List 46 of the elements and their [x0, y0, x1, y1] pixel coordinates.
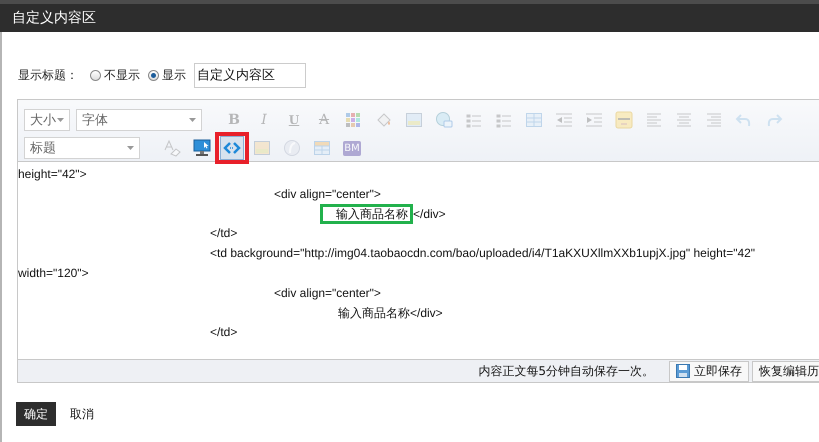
code-text: </div> [413, 206, 446, 221]
autosave-note: 内容正文每5分钟自动保存一次。 [478, 362, 654, 380]
show-title-label: 显示标题： [18, 66, 78, 84]
image-icon [405, 111, 423, 129]
code-text: </td> [209, 226, 238, 240]
outdent-icon [555, 111, 573, 129]
align-center-icon [675, 111, 693, 129]
monitor-icon [193, 139, 211, 157]
toolbar-button[interactable] [220, 136, 244, 160]
layout-icon [313, 139, 331, 157]
title-input[interactable]: 自定义内容区 [194, 62, 306, 88]
code-text: height="42"> [18, 167, 87, 181]
radio-option[interactable]: 不显示 [90, 66, 140, 84]
picture-frame-icon [253, 139, 271, 157]
radio-option[interactable]: 显示 [148, 66, 186, 84]
status-button[interactable]: 恢复编辑历 [752, 360, 819, 382]
flash-icon [283, 139, 301, 157]
window-title: 自定义内容区 [12, 9, 96, 27]
code-text: </td> [209, 325, 238, 340]
code-text: 输入商品名称 [320, 204, 413, 224]
code-text: <div align="center"> [273, 186, 381, 201]
floppy-icon [676, 364, 690, 378]
code-text: <td background="http://img04.taobaocdn.com/bao/uploaded/i4/T1aKXUXllmXXb1upjX.jpg" height="42" [209, 246, 756, 260]
code-text: <div align="center"> [273, 286, 381, 300]
dialog-button[interactable]: 确定 [16, 402, 56, 426]
caret-icon [127, 146, 134, 150]
code-text: 输入商品名称</div> [337, 306, 443, 320]
caret-icon [189, 118, 196, 122]
emoticon-icon [615, 111, 633, 129]
align-left-icon [645, 111, 663, 129]
paint-bucket-icon [375, 111, 393, 129]
color-grid-icon [345, 111, 363, 129]
dropdown-select[interactable]: 大小 [24, 109, 70, 131]
globe-icon [435, 111, 453, 129]
dropdown-select[interactable]: 标题 [24, 137, 140, 159]
radio-icon[interactable] [148, 70, 159, 80]
indent-icon [585, 111, 603, 129]
eraser-icon [163, 139, 181, 157]
status-button[interactable]: 立即保存 [669, 360, 749, 382]
radio-icon[interactable] [90, 70, 101, 80]
dialog-button[interactable]: 取消 [62, 402, 102, 426]
align-right-icon [705, 111, 723, 129]
caret-icon [57, 118, 64, 122]
dropdown-select[interactable]: 字体 [76, 109, 202, 131]
code-text: width="120"> [18, 266, 89, 280]
table-icon [525, 111, 543, 129]
